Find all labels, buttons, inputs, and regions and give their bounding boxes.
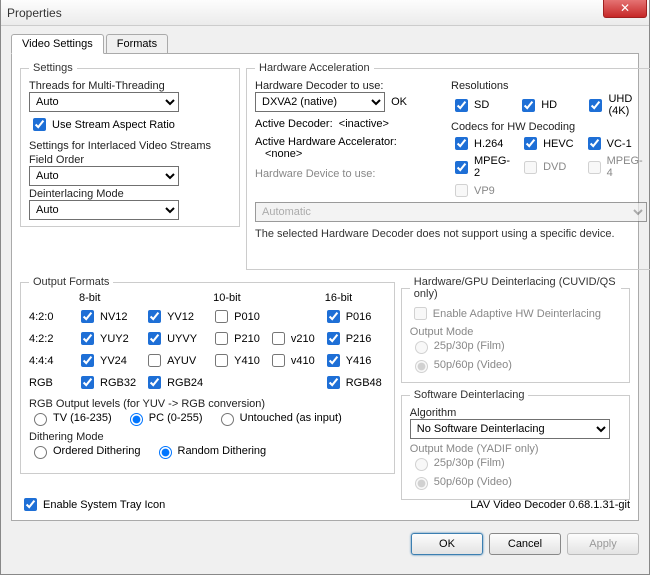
chk-p216[interactable]: P216 (323, 329, 382, 348)
chk-enable-hwdeint: Enable Adaptive HW Deinterlacing (410, 304, 601, 323)
chk-y416[interactable]: Y416 (323, 351, 382, 370)
row-444: 4:4:4 (29, 355, 73, 367)
res-label: Resolutions (451, 80, 647, 92)
hw-ok-text: OK (391, 96, 407, 108)
radio-tv[interactable]: TV (16-235) (29, 410, 112, 426)
chk-ayuv[interactable]: AYUV (144, 351, 203, 370)
chk-rgb24[interactable]: RGB24 (144, 373, 203, 392)
hw-decoder-label: Hardware Decoder to use: (255, 80, 445, 92)
radio-sw-video: 50p/60p (Video) (410, 474, 512, 490)
row-rgb: RGB (29, 377, 73, 389)
tab-strip: Video Settings Formats (11, 34, 639, 54)
chk-rgb48[interactable]: RGB48 (323, 373, 382, 392)
field-order-select[interactable]: Auto (29, 166, 179, 186)
hdr-16bit: 16-bit (323, 292, 386, 304)
threads-select[interactable]: Auto (29, 92, 179, 112)
use-stream-ar[interactable]: Use Stream Aspect Ratio (29, 115, 175, 134)
tab-video-settings[interactable]: Video Settings (11, 34, 104, 54)
close-button[interactable]: ✕ (603, 0, 647, 18)
cancel-button[interactable]: Cancel (489, 533, 561, 555)
deint-mode-label: Deinterlacing Mode (29, 188, 231, 200)
chk-yuy2[interactable]: YUY2 (77, 329, 136, 348)
chk-sd[interactable]: SD (451, 93, 508, 117)
radio-ordered[interactable]: Ordered Dithering (29, 443, 140, 459)
hw-decoder-select[interactable]: DXVA2 (native) (255, 92, 385, 112)
apply-button[interactable]: Apply (567, 533, 639, 555)
swdeint-outmode-label: Output Mode (YADIF only) (410, 443, 621, 455)
group-hw-accel: Hardware Acceleration Hardware Decoder t… (246, 62, 650, 270)
hwdeint-outmode-label: Output Mode (410, 326, 621, 338)
chk-p010[interactable]: P010 (211, 307, 260, 326)
dither-label: Dithering Mode (29, 431, 386, 443)
chk-hd[interactable]: HD (518, 93, 575, 117)
field-order-label: Field Order (29, 154, 231, 166)
chk-y410[interactable]: Y410 (211, 351, 260, 370)
legend-hw: Hardware Acceleration (255, 62, 374, 74)
legend-hwdeint: Hardware/GPU Deinterlacing (CUVID/QS onl… (410, 276, 621, 300)
radio-random[interactable]: Random Dithering (154, 443, 267, 459)
codecs-label: Codecs for HW Decoding (451, 121, 647, 133)
chk-dvd: DVD (520, 155, 574, 179)
chk-uhd[interactable]: UHD (4K) (585, 93, 642, 117)
chk-vc1[interactable]: VC-1 (584, 134, 643, 153)
hdr-8bit: 8-bit (77, 292, 140, 304)
chk-mpeg4: MPEG-4 (584, 155, 643, 179)
properties-window: Properties ✕ Video Settings Formats Sett… (0, 0, 650, 575)
interlaced-label: Settings for Interlaced Video Streams (29, 140, 231, 152)
group-hw-deint: Hardware/GPU Deinterlacing (CUVID/QS onl… (401, 276, 630, 383)
window-title: Properties (7, 6, 62, 20)
chk-v410[interactable]: v410 (268, 351, 315, 370)
rgblevels-label: RGB Output levels (for YUV -> RGB conver… (29, 398, 386, 410)
tab-pane: Settings Threads for Multi-Threading Aut… (11, 53, 639, 521)
legend-swdeint: Software Deinterlacing (410, 389, 529, 401)
radio-sw-film: 25p/30p (Film) (410, 455, 505, 471)
group-settings: Settings Threads for Multi-Threading Aut… (20, 62, 240, 227)
group-sw-deint: Software Deinterlacing Algorithm No Soft… (401, 389, 630, 500)
legend-outfmt: Output Formats (29, 276, 113, 288)
hw-device-select: Automatic (255, 202, 647, 222)
chk-yv12[interactable]: YV12 (144, 307, 203, 326)
radio-hw-film: 25p/30p (Film) (410, 338, 505, 354)
chk-vp9: VP9 (451, 181, 510, 200)
deint-mode-select[interactable]: Auto (29, 200, 179, 220)
chk-p210[interactable]: P210 (211, 329, 260, 348)
chk-rgb32[interactable]: RGB32 (77, 373, 136, 392)
group-output-formats: Output Formats 8-bit 10-bit 16-bit 4:2:0… (20, 276, 395, 474)
hw-device-label: Hardware Device to use: (255, 168, 445, 180)
radio-pc[interactable]: PC (0-255) (125, 410, 203, 426)
active-decoder-label: Active Decoder: (255, 118, 333, 130)
radio-untouched[interactable]: Untouched (as input) (216, 410, 342, 426)
chk-yv24[interactable]: YV24 (77, 351, 136, 370)
chk-nv12[interactable]: NV12 (77, 307, 136, 326)
titlebar: Properties ✕ (1, 0, 649, 26)
chk-mpeg2[interactable]: MPEG-2 (451, 155, 510, 179)
row-420: 4:2:0 (29, 311, 73, 323)
version-text: LAV Video Decoder 0.68.1.31-git (470, 499, 630, 511)
chk-tray-icon[interactable]: Enable System Tray Icon (20, 495, 165, 514)
hw-note: The selected Hardware Decoder does not s… (255, 228, 647, 240)
active-accel-value: <none> (255, 148, 445, 160)
threads-label: Threads for Multi-Threading (29, 80, 231, 92)
legend-settings: Settings (29, 62, 77, 74)
chk-p016[interactable]: P016 (323, 307, 382, 326)
chk-h264[interactable]: H.264 (451, 134, 510, 153)
radio-hw-video: 50p/60p (Video) (410, 357, 512, 373)
hdr-10bit: 10-bit (211, 292, 264, 304)
tab-formats[interactable]: Formats (106, 34, 168, 54)
chk-v210[interactable]: v210 (268, 329, 315, 348)
algo-select[interactable]: No Software Deinterlacing (410, 419, 610, 439)
active-decoder-value: <inactive> (339, 118, 389, 130)
ok-button[interactable]: OK (411, 533, 483, 555)
algo-label: Algorithm (410, 407, 621, 419)
row-422: 4:2:2 (29, 333, 73, 345)
active-accel-label: Active Hardware Accelerator: (255, 136, 445, 148)
chk-hevc[interactable]: HEVC (520, 134, 574, 153)
chk-uyvy[interactable]: UYVY (144, 329, 203, 348)
